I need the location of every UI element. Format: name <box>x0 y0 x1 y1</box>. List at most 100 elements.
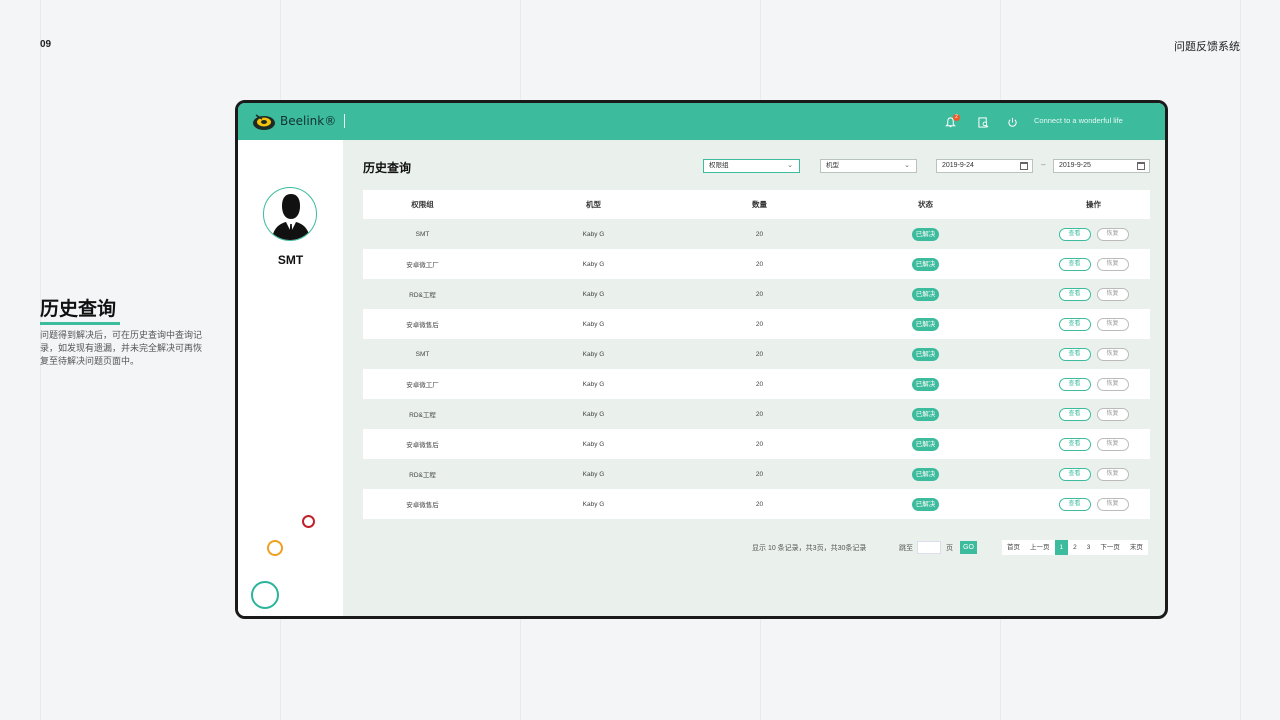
power-icon[interactable] <box>1005 115 1019 129</box>
cell-group: 安卓微工厂 <box>406 382 439 389</box>
table-row: RD&工程 Kaby G 20 已解决 查看 恢复 <box>363 279 1150 309</box>
jump-label: 跳至 <box>899 545 913 552</box>
view-button[interactable]: 查看 <box>1058 227 1091 241</box>
model-select[interactable]: 机型 ⌄ <box>820 159 917 173</box>
cell-qty: 20 <box>755 440 764 448</box>
restore-button[interactable]: 恢复 <box>1096 497 1129 511</box>
page-number: 09 <box>40 39 52 50</box>
status-badge: 已解决 <box>911 407 940 421</box>
cell-group: SMT <box>415 350 430 358</box>
view-button[interactable]: 查看 <box>1058 437 1091 451</box>
restore-button[interactable]: 恢复 <box>1096 407 1129 421</box>
status-badge: 已解决 <box>911 437 940 451</box>
first-page-button[interactable]: 首页 <box>1002 540 1025 555</box>
restore-button[interactable]: 恢复 <box>1096 257 1129 271</box>
view-button[interactable]: 查看 <box>1058 467 1091 481</box>
app-window: Beelink® 2 Connect to a wonderful life S… <box>235 100 1168 619</box>
page-button-1[interactable]: 1 <box>1054 540 1069 555</box>
restore-button[interactable]: 恢复 <box>1096 347 1129 361</box>
view-button[interactable]: 查看 <box>1058 317 1091 331</box>
view-button[interactable]: 查看 <box>1058 257 1091 271</box>
date-from-input[interactable]: 2019-9-24 <box>936 159 1033 173</box>
view-button[interactable]: 查看 <box>1058 377 1091 391</box>
cell-qty: 20 <box>755 320 764 328</box>
bell-icon[interactable]: 2 <box>943 114 960 129</box>
next-page-button[interactable]: 下一页 <box>1095 540 1125 555</box>
cell-group: 安卓微工厂 <box>406 262 439 269</box>
date-to-value: 2019-9-25 <box>1059 162 1091 169</box>
avatar[interactable] <box>263 187 317 241</box>
cell-group: RD&工程 <box>409 472 436 479</box>
table-header: 权限组 机型 数量 状态 操作 <box>363 190 1150 219</box>
pagination: 首页 上一页 1 2 3 下一页 末页 <box>1002 540 1148 555</box>
top-navbar: Beelink® 2 Connect to a wonderful life <box>238 103 1165 140</box>
view-button[interactable]: 查看 <box>1058 497 1091 511</box>
column-header: 状态 <box>918 200 933 209</box>
status-badge: 已解决 <box>911 227 940 241</box>
cell-group: 安卓微售后 <box>406 502 439 509</box>
page-title: 历史查询 <box>363 161 412 175</box>
cell-group: 安卓微售后 <box>406 442 439 449</box>
brand-logo[interactable]: Beelink® <box>252 111 336 131</box>
grid-line <box>1240 0 1241 720</box>
logo-text: Beelink® <box>280 114 337 128</box>
status-badge: 已解决 <box>911 497 940 511</box>
table-row: 安卓微售后 Kaby G 20 已解决 查看 恢复 <box>363 309 1150 339</box>
date-to-input[interactable]: 2019-9-25 <box>1053 159 1150 173</box>
page-jump-input[interactable] <box>917 541 941 554</box>
prev-page-button[interactable]: 上一页 <box>1025 540 1055 555</box>
date-from-value: 2019-9-24 <box>942 162 974 169</box>
restore-button[interactable]: 恢复 <box>1096 287 1129 301</box>
last-page-button[interactable]: 末页 <box>1125 540 1148 555</box>
section-heading: 历史查询 <box>40 294 121 325</box>
column-header: 数量 <box>752 200 767 209</box>
column-header: 机型 <box>586 200 601 209</box>
table-row: SMT Kaby G 20 已解决 查看 恢复 <box>363 219 1150 249</box>
status-badge: 已解决 <box>911 377 940 391</box>
cell-model: Kaby G <box>582 260 605 268</box>
page-button-2[interactable]: 2 <box>1068 540 1082 555</box>
cell-model: Kaby G <box>582 500 605 508</box>
cell-model: Kaby G <box>582 440 605 448</box>
cell-qty: 20 <box>755 470 764 478</box>
record-summary: 显示 10 条记录，共3页，共30条记录 <box>752 545 867 552</box>
page-button-3[interactable]: 3 <box>1082 540 1096 555</box>
cell-group: 安卓微售后 <box>406 322 439 329</box>
table-row: 安卓微工厂 Kaby G 20 已解决 查看 恢复 <box>363 369 1150 399</box>
view-button[interactable]: 查看 <box>1058 347 1091 361</box>
restore-button[interactable]: 恢复 <box>1096 467 1129 481</box>
decorative-circle <box>251 581 279 609</box>
presentation-title: 问题反馈系统 <box>1174 40 1240 53</box>
restore-button[interactable]: 恢复 <box>1096 227 1129 241</box>
table-row: SMT Kaby G 20 已解决 查看 恢复 <box>363 339 1150 369</box>
cell-model: Kaby G <box>582 290 605 298</box>
bee-logo-icon <box>253 114 275 130</box>
view-button[interactable]: 查看 <box>1058 287 1091 301</box>
divider <box>344 114 345 128</box>
restore-button[interactable]: 恢复 <box>1096 317 1129 331</box>
group-select-value: 权限组 <box>709 162 729 169</box>
decorative-circle <box>267 540 283 556</box>
table-row: 安卓微售后 Kaby G 20 已解决 查看 恢复 <box>363 489 1150 519</box>
chevron-down-icon: ⌄ <box>904 162 910 169</box>
cell-qty: 20 <box>755 350 764 358</box>
group-select[interactable]: 权限组 ⌄ <box>703 159 800 173</box>
decorative-circle <box>302 515 315 528</box>
view-button[interactable]: 查看 <box>1058 407 1091 421</box>
table-row: 安卓微售后 Kaby G 20 已解决 查看 恢复 <box>363 429 1150 459</box>
user-sidebar: SMT <box>238 140 343 616</box>
section-description: 问题得到解决后，可在历史查询中查询记录，如发现有遗漏，并未完全解决可再恢复至待解… <box>40 331 203 367</box>
table-row: RD&工程 Kaby G 20 已解决 查看 恢复 <box>363 459 1150 489</box>
restore-button[interactable]: 恢复 <box>1096 437 1129 451</box>
chevron-down-icon: ⌄ <box>787 162 793 169</box>
search-document-icon[interactable] <box>976 115 990 129</box>
user-name: SMT <box>277 253 304 267</box>
date-separator: – <box>1041 160 1046 169</box>
status-badge: 已解决 <box>911 467 940 481</box>
column-header: 权限组 <box>411 200 434 209</box>
cell-model: Kaby G <box>582 230 605 238</box>
restore-button[interactable]: 恢复 <box>1096 377 1129 391</box>
go-button[interactable]: GO <box>960 541 977 554</box>
status-badge: 已解决 <box>911 347 940 361</box>
page-unit-label: 页 <box>946 545 953 552</box>
